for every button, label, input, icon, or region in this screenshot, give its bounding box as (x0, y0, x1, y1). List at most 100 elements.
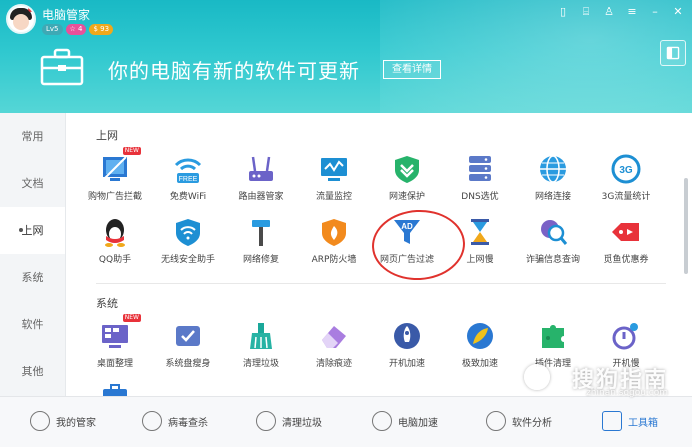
tool-label: 诈骗信息查询 (525, 255, 580, 265)
tool-fraud-query[interactable]: 诈骗信息查询 (517, 216, 589, 265)
fraud-search-icon (536, 216, 570, 248)
hourglass-icon (463, 216, 497, 248)
section-title-system: 系统 (96, 297, 118, 310)
tool-fish-coupons[interactable]: 觅鱼优惠券 (590, 216, 662, 265)
tool-partial-next-row[interactable] (79, 383, 151, 396)
tool-wireless-security[interactable]: 无线安全助手 (152, 216, 224, 265)
star-badge[interactable]: ☆ 4 (65, 24, 87, 35)
new-badge: NEW (122, 314, 141, 322)
tool-label: 清除痕迹 (315, 359, 352, 369)
sidebar-item-software[interactable]: 软件 (0, 301, 65, 348)
bottom-item-label: 电脑加速 (398, 417, 438, 429)
bottom-item-pc-speedup[interactable]: 电脑加速 (372, 411, 438, 431)
tool-shopping-ad-block[interactable]: NEW 购物广告拦截 (79, 147, 151, 202)
gift-icon[interactable]: ⌸ (580, 5, 592, 19)
svg-text:FREE: FREE (179, 176, 198, 183)
disk-slim-icon (171, 320, 205, 352)
tool-desktop-organize[interactable]: NEW 桌面整理 (79, 314, 151, 369)
tool-label: 无线安全助手 (160, 255, 215, 265)
tool-label: 桌面整理 (96, 359, 133, 369)
skin-shirt-icon[interactable]: ♙ (603, 5, 615, 19)
tool-clean-junk[interactable]: 清理垃圾 (225, 320, 297, 369)
avatar-face (13, 14, 29, 30)
sidebar-item-documents[interactable]: 文档 (0, 160, 65, 207)
tool-router-manager[interactable]: 路由器管家 (225, 153, 297, 202)
desktop-organize-icon: NEW (98, 314, 141, 352)
sidebar-item-internet[interactable]: 上网 (0, 207, 65, 254)
tool-clear-traces[interactable]: 清除痕迹 (298, 320, 370, 369)
level-badge[interactable]: Lv5 (42, 24, 63, 35)
feather-speed-icon (463, 320, 497, 352)
window-controls: ▯ ⌸ ♙ ≡ – ✕ (557, 5, 684, 19)
eraser-icon (317, 320, 351, 352)
bottom-navigation: 我的管家 病毒查杀 清理垃圾 电脑加速 软件分析 工具箱 (0, 396, 692, 447)
tool-speed-protection[interactable]: 网速保护 (371, 153, 443, 202)
bottom-item-toolbox[interactable]: 工具箱 (602, 411, 658, 431)
tool-dns-optimize[interactable]: DNS选优 (444, 153, 516, 202)
new-badge: NEW (122, 147, 141, 155)
firewall-icon (317, 216, 351, 248)
tool-boot-speedup[interactable]: 开机加速 (371, 320, 443, 369)
tool-extreme-speedup[interactable]: 极致加速 (444, 320, 516, 369)
sidebar-item-other[interactable]: 其他 (0, 348, 65, 395)
bottom-item-label: 清理垃圾 (282, 417, 322, 429)
tool-network-repair[interactable]: 网络修复 (225, 216, 297, 265)
qq-penguin-icon (98, 216, 132, 248)
sidebar-item-system[interactable]: 系统 (0, 254, 65, 301)
tool-3g-traffic-stats[interactable]: 3G 3G流量统计 (590, 153, 662, 202)
tool-arp-firewall[interactable]: ARP防火墙 (298, 216, 370, 265)
tool-label: QQ助手 (98, 255, 132, 265)
notification-dot (28, 6, 34, 12)
close-icon[interactable]: ✕ (672, 5, 684, 19)
section-title-internet: 上网 (96, 129, 118, 142)
category-sidebar: 常用 文档 上网 系统 软件 其他 (0, 113, 66, 396)
wifi-icon: FREE (171, 153, 205, 185)
menu-icon[interactable]: ≡ (626, 5, 638, 19)
bottom-item-my-manager[interactable]: 我的管家 (30, 411, 96, 431)
section-divider (96, 283, 666, 284)
phone-icon[interactable]: ▯ (557, 5, 569, 19)
briefcase-icon (98, 383, 132, 396)
tool-label: 网络修复 (242, 255, 279, 265)
app-title: 电脑管家 (42, 8, 91, 22)
tool-traffic-monitor[interactable]: 流量监控 (298, 153, 370, 202)
toolbox-icon (602, 411, 622, 431)
tool-qq-assistant[interactable]: QQ助手 (79, 216, 151, 265)
rocket-icon (390, 320, 424, 352)
tool-network-connection[interactable]: 网络连接 (517, 153, 589, 202)
tool-system-disk-slim[interactable]: 系统盘瘦身 (152, 320, 224, 369)
tool-label: 网速保护 (388, 192, 425, 202)
tool-label: 购物广告拦截 (87, 192, 142, 202)
router-icon (244, 153, 278, 185)
sogou-logo-icon (524, 364, 550, 390)
bottom-item-software-analysis[interactable]: 软件分析 (486, 411, 552, 431)
bottom-item-label: 病毒查杀 (168, 417, 208, 429)
tool-free-wifi[interactable]: FREE 免费WiFi (152, 153, 224, 202)
shopping-ad-block-icon: NEW (98, 147, 141, 185)
sidebar-item-common[interactable]: 常用 (0, 113, 65, 160)
bottom-item-label: 我的管家 (56, 417, 96, 429)
bottom-item-virus-scan[interactable]: 病毒查杀 (142, 411, 208, 431)
wifi-shield-icon (171, 216, 205, 248)
tool-label: 网络连接 (534, 192, 571, 202)
hammer-icon (244, 216, 278, 248)
software-analysis-icon (486, 411, 506, 431)
avatar[interactable] (6, 4, 36, 34)
watermark-url: zhinan.sogou.com (586, 388, 668, 398)
minimize-icon[interactable]: – (649, 5, 661, 19)
panel-toggle-icon (666, 46, 680, 60)
speed-shield-icon (390, 153, 424, 185)
update-message: 你的电脑有新的软件可更新 (108, 59, 360, 83)
dns-server-icon (463, 153, 497, 185)
view-details-button[interactable]: 查看详情 (383, 60, 441, 79)
sidebar-toggle-button[interactable] (660, 40, 686, 66)
header-banner: 电脑管家 Lv5 ☆ 4 $ 93 ▯ ⌸ ♙ ≡ – ✕ 你的电脑有新的软件可… (0, 0, 692, 113)
broom-icon (244, 320, 278, 352)
bottom-item-clean-junk[interactable]: 清理垃圾 (256, 411, 322, 431)
coin-badge[interactable]: $ 93 (89, 24, 114, 35)
rocket-icon (372, 411, 392, 431)
scrollbar-thumb[interactable] (684, 178, 688, 274)
puzzle-icon (536, 320, 570, 352)
tool-label: ARP防火墙 (311, 255, 357, 265)
tool-label: 路由器管家 (238, 192, 284, 202)
